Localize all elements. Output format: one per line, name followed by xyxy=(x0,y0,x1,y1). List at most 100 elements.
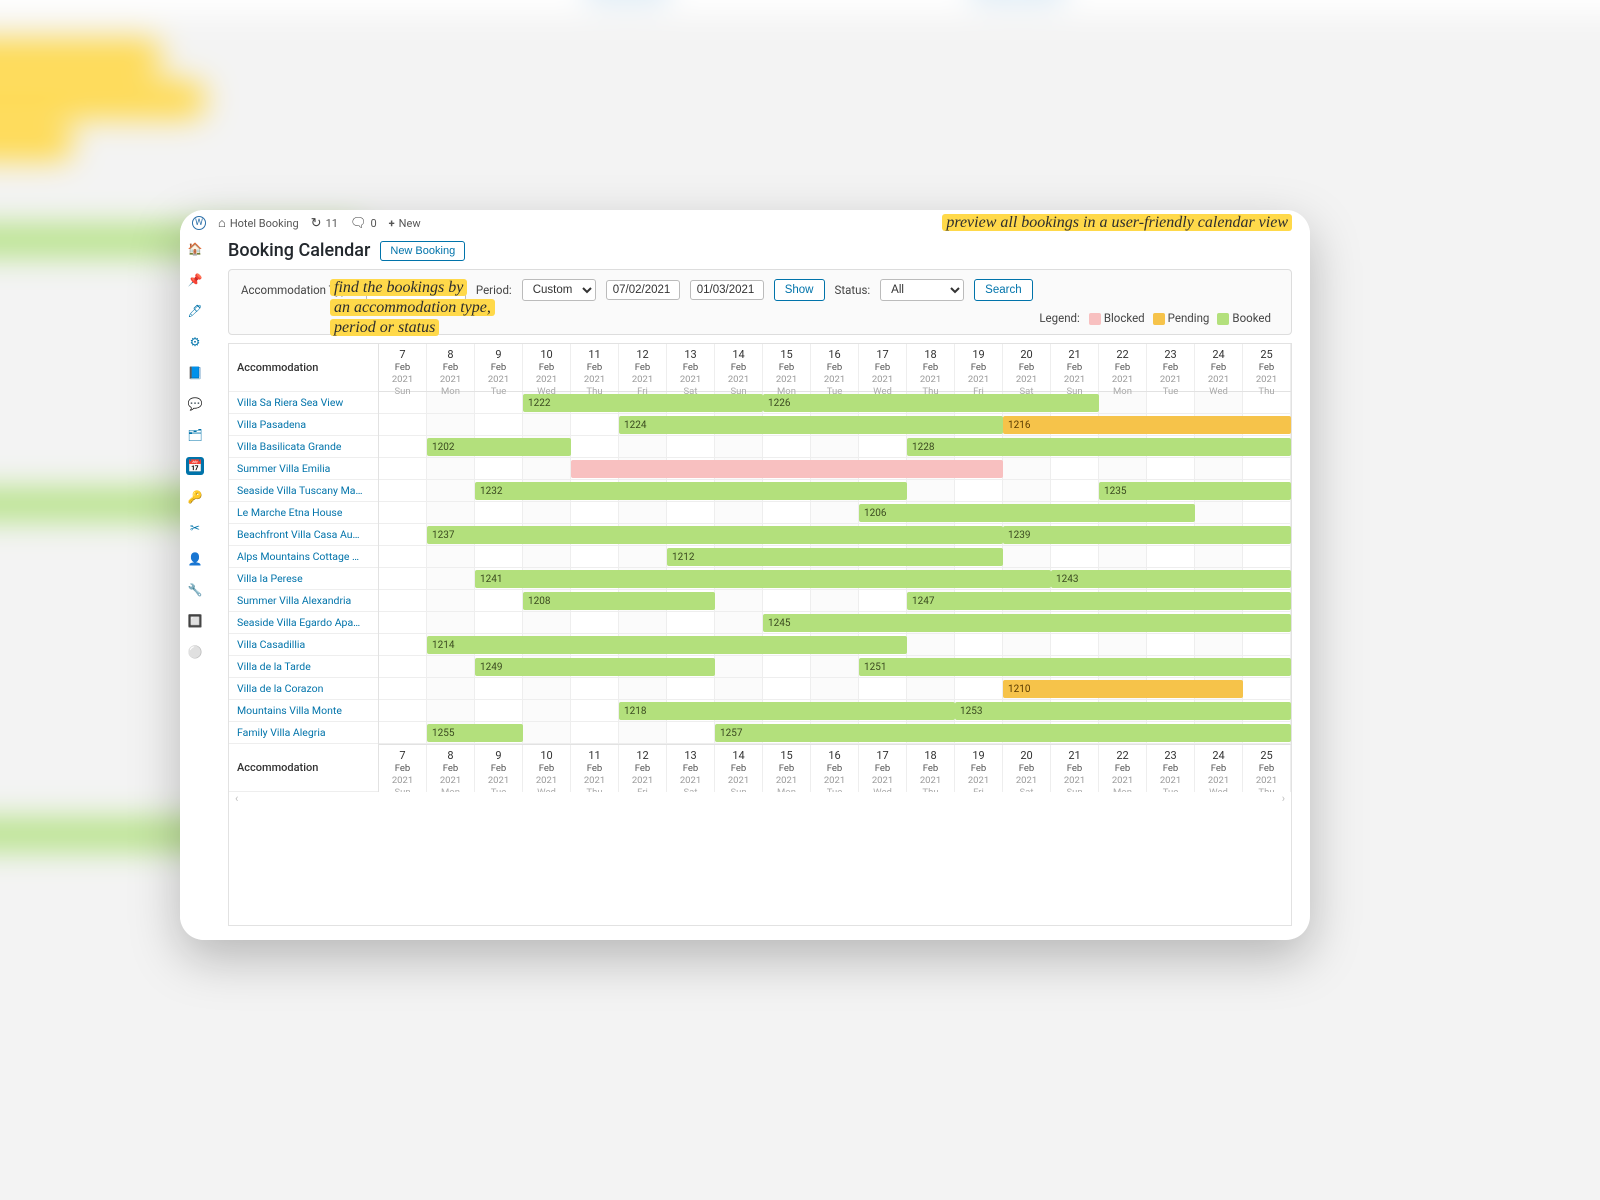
accommodation-row-label[interactable]: Summer Villa Alexandria xyxy=(229,590,378,612)
booking-bar[interactable]: 1257 xyxy=(715,724,1291,742)
column-footer-accommodation: Accommodation xyxy=(229,744,378,792)
accommodation-row-label[interactable]: Seaside Villa Tuscany Ma… xyxy=(229,480,378,502)
booking-bar[interactable]: 1210 xyxy=(1003,680,1243,698)
date-footer: 7Feb2021Sun8Feb2021Mon9Feb2021Tue10Feb20… xyxy=(379,744,1291,792)
date-column: 13Feb2021Sat xyxy=(667,344,715,391)
accommodation-row-label[interactable]: Family Villa Alegria xyxy=(229,722,378,744)
filter-date-from[interactable] xyxy=(606,280,680,300)
booking-bar[interactable] xyxy=(571,460,1003,478)
accommodation-row-label[interactable]: Summer Villa Emilia xyxy=(229,458,378,480)
date-column: 25Feb2021Thu xyxy=(1243,745,1291,792)
sidebar-menu-item[interactable]: 📅 xyxy=(186,457,204,475)
date-column: 19Feb2021Fri xyxy=(955,344,1003,391)
booking-bar[interactable]: 1247 xyxy=(907,592,1291,610)
accommodation-row-label[interactable]: Villa Sa Riera Sea View xyxy=(229,392,378,414)
filter-status-select[interactable]: All xyxy=(880,279,964,301)
legend-item: Pending xyxy=(1153,311,1210,325)
sidebar-menu-item[interactable]: 🔧 xyxy=(186,581,204,599)
date-column: 15Feb2021Mon xyxy=(763,745,811,792)
booking-bar[interactable]: 1216 xyxy=(1003,416,1291,434)
calendar-row: 1232 1235 xyxy=(379,480,1291,502)
calendar-row xyxy=(379,458,1291,480)
date-column: 23Feb2021Tue xyxy=(1147,344,1195,391)
filter-type-label: Accommodation Type: xyxy=(241,283,356,297)
booking-bar[interactable]: 1202 xyxy=(427,438,571,456)
wordpress-logo-icon[interactable]: W xyxy=(192,216,206,230)
legend-swatch xyxy=(1217,313,1229,325)
booking-bar[interactable]: 1208 xyxy=(523,592,715,610)
sidebar-menu-item[interactable]: 🔲 xyxy=(186,612,204,630)
booking-bar[interactable]: 1237 xyxy=(427,526,1003,544)
accommodation-row-label[interactable]: Villa Casadillia xyxy=(229,634,378,656)
booking-bar[interactable]: 1245 xyxy=(763,614,1291,632)
booking-bar[interactable]: 1228 xyxy=(907,438,1291,456)
date-column: 15Feb2021Mon xyxy=(763,344,811,391)
show-button[interactable]: Show xyxy=(774,279,825,301)
date-column: 21Feb2021Sun xyxy=(1051,745,1099,792)
calendar-grid[interactable]: 7Feb2021Sun8Feb2021Mon9Feb2021Tue10Feb20… xyxy=(379,344,1291,792)
booking-bar[interactable]: 1255 xyxy=(427,724,523,742)
sidebar-menu-item[interactable]: ✂ xyxy=(186,519,204,537)
horizontal-scrollbar[interactable]: ‹› xyxy=(229,792,1291,804)
page-title: Booking Calendar xyxy=(228,240,370,261)
filter-type-select[interactable]: All xyxy=(366,279,466,301)
booking-bar[interactable]: 1214 xyxy=(427,636,907,654)
main-content: preview all bookings in a user-friendly … xyxy=(210,210,1310,940)
sidebar-menu-item[interactable]: ⚪ xyxy=(186,643,204,661)
accommodation-row-label[interactable]: Villa de la Corazon xyxy=(229,678,378,700)
booking-bar[interactable]: 1218 xyxy=(619,702,955,720)
accommodation-row-label[interactable]: Seaside Villa Egardo Apa… xyxy=(229,612,378,634)
sidebar-menu-item[interactable]: 📘 xyxy=(186,364,204,382)
filter-date-to[interactable] xyxy=(690,280,764,300)
calendar-row: 1212 xyxy=(379,546,1291,568)
accommodation-row-label[interactable]: Le Marche Etna House xyxy=(229,502,378,524)
sidebar-menu-item[interactable]: 🔑 xyxy=(186,488,204,506)
accommodation-row-label[interactable]: Beachfront Villa Casa Au… xyxy=(229,524,378,546)
date-column: 7Feb2021Sun xyxy=(379,344,427,391)
booking-bar[interactable]: 1224 xyxy=(619,416,1003,434)
accommodation-row-label[interactable]: Villa Basilicata Grande xyxy=(229,436,378,458)
date-column: 10Feb2021Wed xyxy=(523,344,571,391)
scroll-right-icon[interactable]: › xyxy=(1282,792,1285,804)
booking-bar[interactable]: 1212 xyxy=(667,548,1003,566)
booking-bar[interactable]: 1241 xyxy=(475,570,1051,588)
date-column: 24Feb2021Wed xyxy=(1195,344,1243,391)
booking-bar[interactable]: 1243 xyxy=(1051,570,1291,588)
date-header: 7Feb2021Sun8Feb2021Mon9Feb2021Tue10Feb20… xyxy=(379,344,1291,392)
filter-bar: Accommodation Type: All Period: Custom S… xyxy=(228,269,1292,335)
legend-label: Legend: xyxy=(1039,311,1079,325)
date-column: 18Feb2021Thu xyxy=(907,344,955,391)
booking-bar[interactable]: 1251 xyxy=(859,658,1291,676)
sidebar-menu-item[interactable]: 🗂 xyxy=(186,426,204,444)
accommodation-row-label[interactable]: Villa de la Tarde xyxy=(229,656,378,678)
calendar-row: 1206 xyxy=(379,502,1291,524)
filter-period-select[interactable]: Custom xyxy=(522,279,596,301)
date-column: 20Feb2021Sat xyxy=(1003,745,1051,792)
search-button[interactable]: Search xyxy=(974,279,1032,301)
sidebar-menu-item[interactable]: 📌 xyxy=(186,271,204,289)
new-booking-button[interactable]: New Booking xyxy=(380,241,465,261)
booking-bar[interactable]: 1249 xyxy=(475,658,715,676)
date-column: 17Feb2021Wed xyxy=(859,745,907,792)
accommodation-row-label[interactable]: Mountains Villa Monte xyxy=(229,700,378,722)
date-column: 22Feb2021Mon xyxy=(1099,344,1147,391)
date-column: 14Feb2021Sun xyxy=(715,745,763,792)
sidebar-menu-item[interactable]: 🏠 xyxy=(186,240,204,258)
accommodation-row-label[interactable]: Villa Pasadena xyxy=(229,414,378,436)
accommodation-row-label[interactable]: Villa la Perese xyxy=(229,568,378,590)
date-column: 11Feb2021Thu xyxy=(571,745,619,792)
booking-bar[interactable]: 1235 xyxy=(1099,482,1291,500)
sidebar-menu-item[interactable]: ⚙ xyxy=(186,333,204,351)
sidebar-menu-item[interactable]: 🖊 xyxy=(186,302,204,320)
booking-bar[interactable]: 1232 xyxy=(475,482,907,500)
row-labels: Accommodation Villa Sa Riera Sea ViewVil… xyxy=(229,344,379,792)
accommodation-row-label[interactable]: Alps Mountains Cottage … xyxy=(229,546,378,568)
booking-bar[interactable]: 1253 xyxy=(955,702,1291,720)
sidebar-menu-item[interactable]: 💬 xyxy=(186,395,204,413)
booking-bar[interactable]: 1206 xyxy=(859,504,1195,522)
scroll-left-icon[interactable]: ‹ xyxy=(235,792,238,804)
booking-bar[interactable]: 1239 xyxy=(1003,526,1291,544)
date-column: 18Feb2021Thu xyxy=(907,745,955,792)
sidebar-menu-item[interactable]: 👤 xyxy=(186,550,204,568)
legend-swatch xyxy=(1153,313,1165,325)
